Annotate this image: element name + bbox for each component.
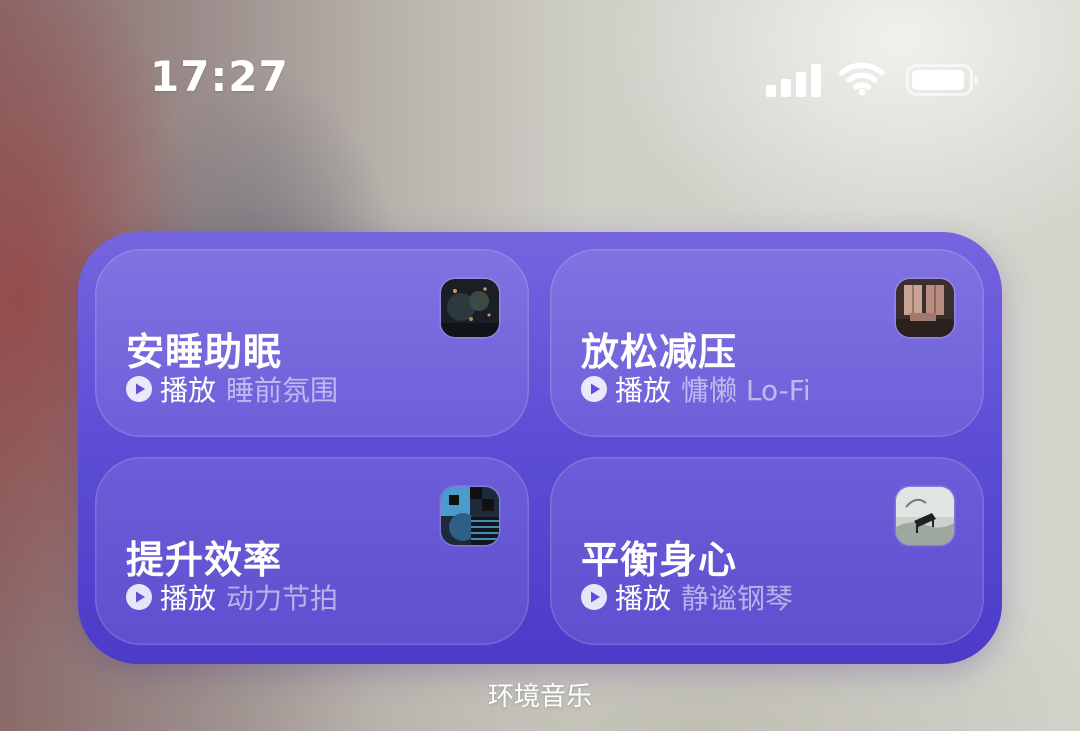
widget-caption: 环境音乐 (487, 682, 592, 712)
card-play-row: 播放 静谧钢琴 (581, 579, 793, 615)
card-play-row: 播放 动力节拍 (126, 579, 338, 615)
mood-label: 静谧钢琴 (681, 582, 794, 615)
card-focus[interactable]: 提升效率 播放 动力节拍 (95, 457, 529, 645)
status-icons (766, 60, 986, 100)
wifi-icon (838, 60, 886, 96)
mood-label: 慵懒 Lo-Fi (681, 374, 811, 407)
piano-landscape-artwork-thumbnail (896, 487, 954, 545)
play-label: 播放 (615, 374, 672, 407)
play-icon (126, 584, 152, 610)
card-sleep[interactable]: 安睡助眠 播放 睡前氛围 (95, 249, 529, 437)
play-icon (581, 584, 607, 610)
cozy-room-artwork-thumbnail (896, 279, 954, 337)
mood-label: 动力节拍 (226, 582, 339, 615)
play-label: 播放 (615, 582, 672, 615)
night-city-artwork-thumbnail (441, 279, 499, 337)
play-label: 播放 (160, 374, 217, 407)
card-balance[interactable]: 平衡身心 播放 静谧钢琴 (550, 457, 984, 645)
card-title: 平衡身心 (581, 538, 738, 582)
card-title: 安睡助眠 (126, 330, 283, 374)
signal-icon (766, 63, 822, 97)
play-icon (581, 376, 607, 402)
card-relax[interactable]: 放松减压 播放 慵懒 Lo-Fi (550, 249, 984, 437)
battery-icon (906, 64, 980, 96)
geometric-pattern-artwork-thumbnail (441, 487, 499, 545)
play-icon (126, 376, 152, 402)
play-label: 播放 (160, 582, 217, 615)
card-play-row: 播放 慵懒 Lo-Fi (581, 371, 811, 407)
status-time: 17:27 (150, 52, 289, 101)
card-play-row: 播放 睡前氛围 (126, 371, 338, 407)
ambient-music-widget: 安睡助眠 播放 睡前氛围 放松减压 播放 慵懒 Lo-Fi 提升效率 播放 动力… (78, 232, 1002, 664)
card-title: 放松减压 (581, 330, 738, 374)
status-bar: 17:27 (0, 0, 1080, 160)
mood-label: 睡前氛围 (226, 374, 339, 407)
card-title: 提升效率 (126, 538, 283, 582)
